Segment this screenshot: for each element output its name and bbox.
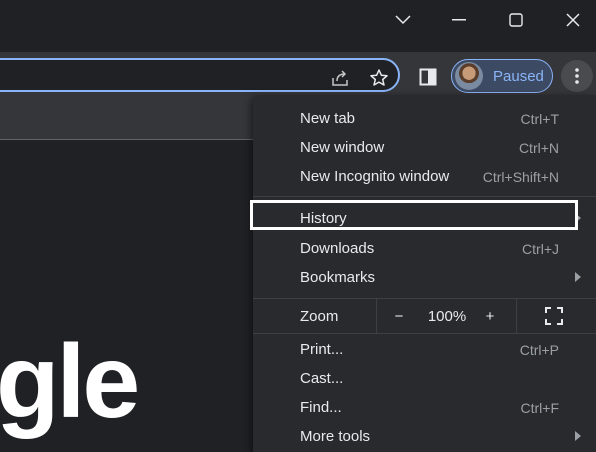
- menu-item-new-window[interactable]: New window Ctrl+N: [253, 133, 596, 162]
- submenu-arrow-icon: [575, 272, 581, 282]
- minimize-icon: [452, 19, 466, 21]
- tab-search-button[interactable]: [375, 4, 431, 36]
- side-panel-button[interactable]: [417, 66, 439, 88]
- menu-item-label: New window: [300, 139, 385, 156]
- menu-item-shortcut: Ctrl+T: [520, 110, 560, 127]
- zoom-out-button[interactable]: −: [384, 299, 414, 333]
- minimize-button[interactable]: [431, 4, 487, 36]
- chevron-down-icon: [395, 15, 411, 25]
- maximize-button[interactable]: [488, 4, 544, 36]
- menu-item-label: Find...: [300, 399, 342, 416]
- menu-item-label: New tab: [300, 110, 356, 127]
- history-highlight-box: [250, 200, 578, 230]
- menu-item-label: Print...: [300, 341, 344, 358]
- zoom-row: Zoom − 100% +: [253, 299, 596, 333]
- title-bar: [0, 0, 596, 52]
- page-header-strip: [0, 101, 260, 140]
- menu-divider: [253, 196, 596, 197]
- menu-item-label: Bookmarks: [300, 269, 376, 286]
- menu-item-label: More tools: [300, 428, 371, 445]
- side-panel-icon: [419, 68, 437, 86]
- menu-divider: [253, 333, 596, 334]
- share-icon: [332, 70, 348, 86]
- menu-item-shortcut: Ctrl+N: [518, 139, 559, 156]
- menu-item-more-tools[interactable]: More tools: [253, 422, 596, 451]
- menu-item-bookmarks[interactable]: Bookmarks: [253, 263, 596, 292]
- google-logo-fragment: gle: [0, 324, 140, 440]
- zoom-divider: [376, 299, 377, 333]
- share-button[interactable]: [330, 68, 350, 88]
- zoom-level-value: 100%: [427, 307, 467, 325]
- zoom-label: Zoom: [300, 307, 339, 325]
- star-icon: [370, 69, 388, 86]
- three-dot-menu-icon: [575, 68, 579, 84]
- menu-item-new-incognito-window[interactable]: New Incognito window Ctrl+Shift+N: [253, 162, 596, 191]
- menu-item-downloads[interactable]: Downloads Ctrl+J: [253, 234, 596, 263]
- menu-item-label: Cast...: [300, 370, 344, 387]
- maximize-icon: [509, 13, 523, 27]
- close-window-button[interactable]: [545, 4, 596, 36]
- avatar: [455, 62, 483, 90]
- menu-item-shortcut: Ctrl+Shift+N: [482, 168, 559, 185]
- fullscreen-icon: [545, 307, 563, 325]
- menu-item-shortcut: Ctrl+J: [522, 240, 559, 257]
- menu-item-label: Downloads: [300, 240, 375, 257]
- profile-status-label: Paused: [493, 67, 544, 85]
- zoom-in-button[interactable]: +: [477, 299, 503, 333]
- address-bar[interactable]: [0, 58, 400, 92]
- zoom-divider: [516, 299, 517, 333]
- bookmark-star-button[interactable]: [369, 68, 389, 88]
- menu-item-cast[interactable]: Cast...: [253, 364, 596, 393]
- menu-item-label: New Incognito window: [300, 168, 450, 185]
- menu-item-print[interactable]: Print... Ctrl+P: [253, 335, 596, 364]
- menu-item-new-tab[interactable]: New tab Ctrl+T: [253, 104, 596, 133]
- close-icon: [566, 13, 580, 27]
- chrome-menu-button[interactable]: [561, 60, 593, 92]
- menu-item-shortcut: Ctrl+P: [519, 341, 559, 358]
- menu-item-find[interactable]: Find... Ctrl+F: [253, 393, 596, 422]
- fullscreen-button[interactable]: [539, 299, 569, 333]
- menu-item-shortcut: Ctrl+F: [520, 399, 560, 416]
- submenu-arrow-icon: [575, 431, 581, 441]
- chrome-app-menu: New tab Ctrl+T New window Ctrl+N New Inc…: [253, 95, 596, 452]
- profile-button[interactable]: Paused: [451, 59, 553, 93]
